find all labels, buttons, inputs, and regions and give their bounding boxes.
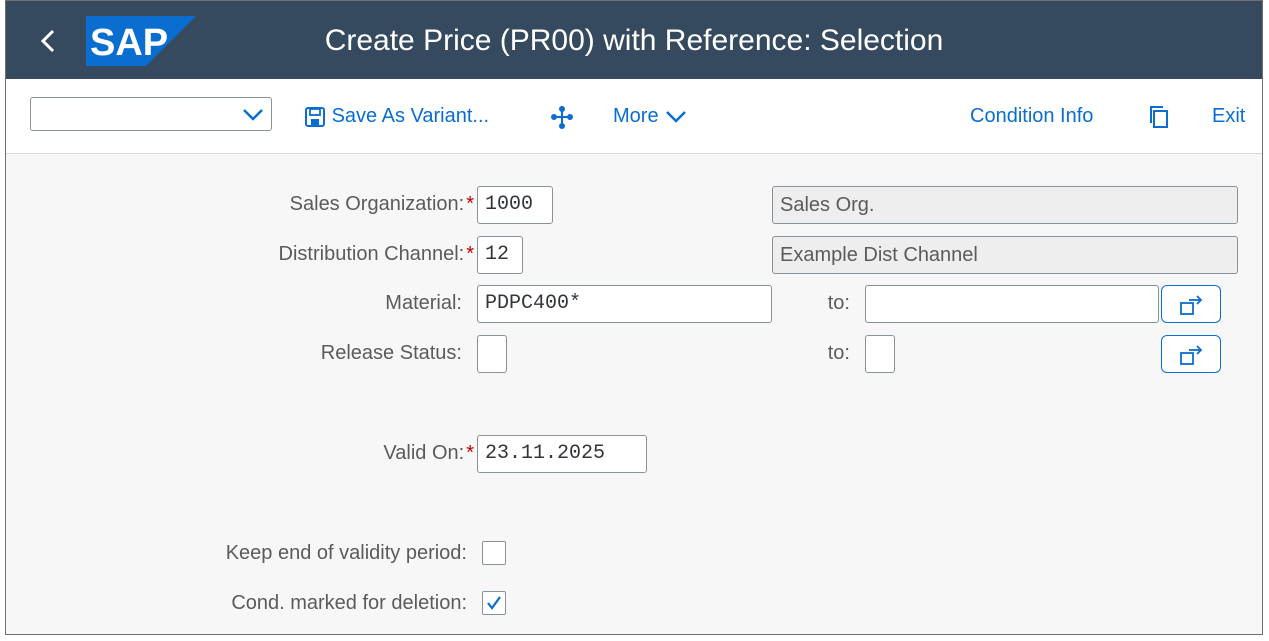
material-label: Material: [385,292,462,314]
multiple-selection-icon [1180,295,1203,315]
save-icon [305,106,325,127]
required-marker: * [466,442,474,464]
back-button[interactable] [34,21,64,61]
required-marker: * [466,193,474,215]
release-status-to-label: to: [827,342,850,364]
exit-button[interactable]: Exit [1212,99,1245,133]
keep-end-validity-label: Keep end of validity period: [225,542,467,564]
sales-org-input[interactable]: 1000 [477,186,553,224]
material-to-label: to: [827,292,850,314]
chevron-down-icon [666,110,687,123]
condition-info-label: Condition Info [970,105,1094,127]
release-status-from-input[interactable] [477,335,507,373]
variant-select[interactable] [30,97,272,131]
save-as-variant-button[interactable]: Save As Variant... [304,99,489,133]
sap-logo: SAP [86,16,196,66]
logo-text: SAP [90,22,168,64]
condition-info-button[interactable]: Condition Info [970,99,1093,133]
keep-end-validity-checkbox[interactable] [482,541,506,565]
material-from-input[interactable]: PDPC400* [477,285,772,323]
network-icon [551,105,573,129]
save-as-variant-label: Save As Variant... [331,105,490,127]
toolbar: Save As Variant... More Condition Info E… [6,79,1262,154]
release-status-multiple-selection-button[interactable] [1161,335,1221,373]
material-multiple-selection-button[interactable] [1161,285,1221,323]
valid-on-label: Valid On: * [383,442,474,464]
selection-form: Sales Organization: * 1000 Sales Org. Dis… [6,154,1262,634]
exit-label: Exit [1212,105,1246,127]
shell-bar: SAP Create Price (PR00) with Reference: … [6,1,1262,79]
more-label: More [613,105,659,127]
cond-deletion-label: Cond. marked for deletion: [231,592,467,614]
valid-on-input[interactable]: 23.11.2025 [477,435,647,473]
cond-deletion-checkbox[interactable] [482,591,506,615]
sales-org-description: Sales Org. [772,186,1238,224]
more-menu[interactable]: More [613,99,688,133]
release-status-to-input[interactable] [865,335,895,373]
sales-org-label: Sales Organization: * [289,193,474,215]
multiple-selection-icon [1180,345,1203,365]
release-status-label: Release Status: [320,342,462,364]
checkmark-icon [487,596,501,610]
app-window: SAP Create Price (PR00) with Reference: … [5,0,1263,635]
material-to-input[interactable] [865,285,1159,323]
required-marker: * [466,243,474,265]
chevron-down-icon [243,109,263,121]
chevron-left-icon [40,29,55,53]
dist-channel-label: Distribution Channel: * [278,243,474,265]
copy-icon [1150,105,1168,128]
network-button[interactable] [549,99,575,133]
dist-channel-description: Example Dist Channel [772,236,1238,274]
copy-button[interactable] [1147,99,1171,133]
dist-channel-input[interactable]: 12 [477,236,523,274]
